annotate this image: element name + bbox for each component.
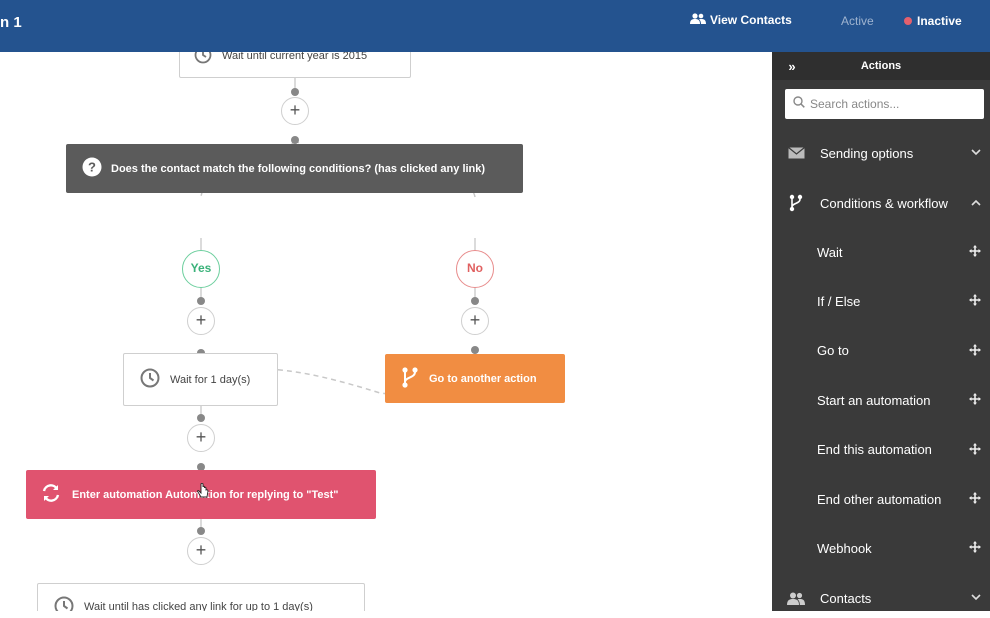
wait-until-clicked-label: Wait until has clicked any link for up t… bbox=[84, 601, 313, 611]
add-step-button[interactable]: + bbox=[281, 97, 309, 125]
question-icon: ? bbox=[82, 157, 102, 180]
sidebar-item-label: Start an automation bbox=[817, 392, 931, 408]
add-step-no-button[interactable]: + bbox=[461, 307, 489, 335]
sidebar-item-label: End this automation bbox=[817, 442, 932, 458]
refresh-icon bbox=[40, 482, 62, 507]
wait-until-clicked-node[interactable]: Wait until has clicked any link for up t… bbox=[37, 583, 365, 611]
drag-handle-icon[interactable] bbox=[960, 442, 990, 458]
svg-text:?: ? bbox=[88, 160, 96, 175]
no-branch-label[interactable]: No bbox=[456, 250, 494, 288]
status-inactive-label: Inactive bbox=[917, 14, 962, 28]
sidebar-group-label: Contacts bbox=[820, 590, 872, 606]
sidebar-item-if-else[interactable]: If / Else bbox=[772, 281, 990, 321]
yes-branch-label[interactable]: Yes bbox=[182, 250, 220, 288]
view-contacts-button[interactable]: View Contacts bbox=[690, 13, 792, 27]
drag-handle-icon[interactable] bbox=[960, 293, 990, 309]
sidebar-group-contacts[interactable]: Contacts bbox=[772, 578, 990, 618]
sidebar-item-label: End other automation bbox=[817, 491, 942, 507]
go-to-action-node[interactable]: Go to another action bbox=[385, 354, 565, 403]
automation-title: n 1 bbox=[0, 14, 22, 31]
top-header: n 1 View Contacts Active Inactive bbox=[0, 0, 990, 52]
contacts-icon bbox=[690, 13, 706, 27]
chevron-up-icon bbox=[962, 197, 990, 209]
contacts-icon bbox=[772, 592, 820, 605]
branch-icon bbox=[772, 194, 820, 212]
sidebar-item-start-an-automation[interactable]: Start an automation bbox=[772, 380, 990, 420]
inactive-dot-icon bbox=[904, 17, 912, 25]
envelope-icon bbox=[772, 147, 820, 159]
go-to-action-label: Go to another action bbox=[429, 372, 537, 385]
sidebar-item-end-this-automation[interactable]: End this automation bbox=[772, 430, 990, 470]
condition-node[interactable]: ? Does the contact match the following c… bbox=[66, 144, 523, 193]
drag-handle-icon[interactable] bbox=[960, 343, 990, 359]
workflow-connectors bbox=[197, 74, 479, 535]
drag-handle-icon[interactable] bbox=[960, 244, 990, 260]
mouse-cursor-icon bbox=[197, 483, 209, 498]
actions-sidebar: » Actions Sending options Conditions & w… bbox=[772, 52, 990, 611]
view-contacts-label: View Contacts bbox=[710, 13, 792, 27]
wait-1-day-label: Wait for 1 day(s) bbox=[170, 373, 251, 386]
status-inactive-toggle[interactable]: Inactive bbox=[904, 14, 962, 28]
sidebar-item-go-to[interactable]: Go to bbox=[772, 331, 990, 371]
drag-handle-icon[interactable] bbox=[960, 540, 990, 556]
sidebar-group-label: Sending options bbox=[820, 145, 914, 161]
sidebar-item-label: Go to bbox=[817, 343, 849, 359]
chevron-down-icon bbox=[962, 147, 990, 159]
sidebar-title: Actions bbox=[860, 60, 902, 72]
sidebar-item-webhook[interactable]: Webhook bbox=[772, 528, 990, 568]
search-actions[interactable] bbox=[785, 89, 984, 119]
sidebar-group-label: Conditions & workflow bbox=[820, 195, 948, 211]
clock-icon bbox=[140, 368, 160, 391]
sidebar-header: » Actions bbox=[772, 52, 990, 80]
wait-until-year-label: Wait until current year is 2015 bbox=[222, 52, 368, 62]
add-step-after-automation-button[interactable]: + bbox=[187, 537, 215, 565]
status-active-toggle[interactable]: Active bbox=[841, 14, 874, 28]
sidebar-item-label: Wait bbox=[817, 244, 843, 260]
sidebar-item-label: Webhook bbox=[817, 540, 872, 556]
clock-icon bbox=[194, 52, 212, 67]
chevron-down-icon bbox=[962, 592, 990, 604]
drag-handle-icon[interactable] bbox=[960, 392, 990, 408]
search-actions-input[interactable] bbox=[810, 97, 980, 111]
add-step-yes-button[interactable]: + bbox=[187, 307, 215, 335]
wait-until-year-node[interactable]: Wait until current year is 2015 bbox=[179, 52, 411, 78]
workflow-canvas[interactable]: Wait until current year is 2015 + ? Does… bbox=[0, 52, 772, 611]
clock-icon bbox=[54, 596, 74, 611]
add-step-after-wait-button[interactable]: + bbox=[187, 424, 215, 452]
sidebar-item-end-other-automation[interactable]: End other automation bbox=[772, 479, 990, 519]
branch-icon bbox=[401, 366, 419, 391]
wait-1-day-node[interactable]: Wait for 1 day(s) bbox=[123, 353, 278, 406]
drag-handle-icon[interactable] bbox=[960, 491, 990, 507]
condition-label: Does the contact match the following con… bbox=[111, 162, 486, 175]
sidebar-item-label: If / Else bbox=[817, 293, 861, 309]
sidebar-group-conditions-workflow[interactable]: Conditions & workflow bbox=[772, 183, 990, 223]
collapse-sidebar-button[interactable]: » bbox=[772, 59, 812, 74]
search-icon bbox=[793, 95, 805, 113]
sidebar-group-sending-options[interactable]: Sending options bbox=[772, 133, 990, 173]
sidebar-item-wait[interactable]: Wait bbox=[772, 232, 990, 272]
